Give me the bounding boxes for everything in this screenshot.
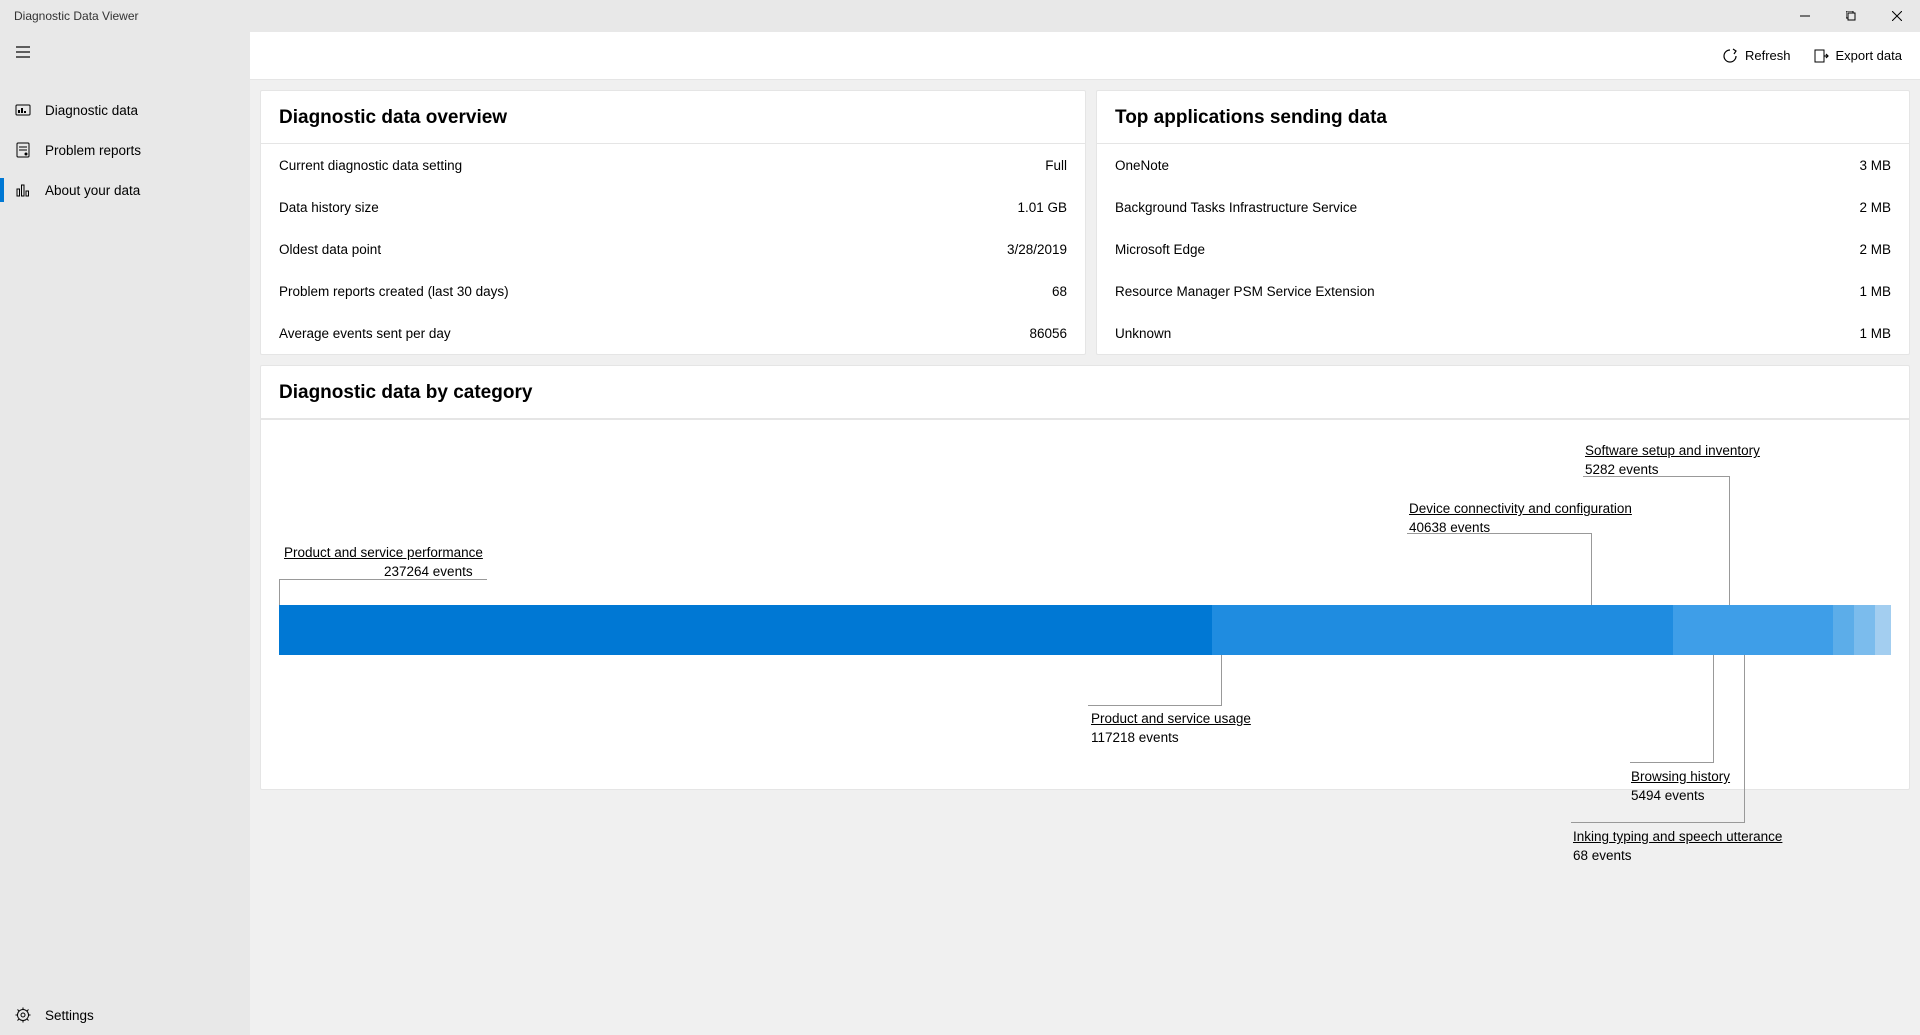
callout-events: 117218 events: [1091, 730, 1179, 745]
row-label: Data history size: [279, 200, 379, 215]
row-label: Average events sent per day: [279, 326, 451, 341]
callout-bh: Browsing history 5494 events: [1631, 768, 1730, 805]
overview-row: Problem reports created (last 30 days) 6…: [261, 270, 1085, 312]
callout-events: 68 events: [1573, 848, 1632, 863]
refresh-icon: [1722, 48, 1738, 64]
row-value: 68: [1052, 284, 1067, 299]
leader-line: [279, 579, 280, 605]
sidebar-item-about-your-data[interactable]: About your data: [0, 170, 250, 210]
export-label: Export data: [1836, 48, 1903, 63]
overview-row: Data history size 1.01 GB: [261, 186, 1085, 228]
gear-icon: [15, 1007, 31, 1023]
callout-dcc: Device connectivity and configuration 40…: [1409, 500, 1632, 537]
sidebar-item-label: Diagnostic data: [45, 103, 138, 118]
leader-line: [1713, 655, 1714, 762]
window-controls: [1782, 0, 1920, 32]
app-row: Microsoft Edge 2 MB: [1097, 228, 1909, 270]
callout-ssi: Software setup and inventory 5282 events: [1585, 442, 1760, 479]
app-row: Unknown 1 MB: [1097, 312, 1909, 354]
leader-line: [1571, 822, 1745, 823]
bar-segment-bh[interactable]: [1854, 605, 1876, 655]
callout-name[interactable]: Product and service performance: [284, 544, 483, 562]
row-label: OneNote: [1115, 158, 1169, 173]
callout-psp: Product and service performance 237264 e…: [284, 544, 483, 581]
maximize-button[interactable]: [1828, 0, 1874, 32]
row-value: 3/28/2019: [1007, 242, 1067, 257]
row-label: Unknown: [1115, 326, 1171, 341]
toolbar: Refresh Export data: [250, 32, 1920, 80]
overview-row: Current diagnostic data setting Full: [261, 144, 1085, 186]
row-value: 1 MB: [1859, 284, 1891, 299]
callout-events: 40638 events: [1409, 520, 1490, 535]
refresh-button[interactable]: Refresh: [1722, 48, 1791, 64]
app-row: OneNote 3 MB: [1097, 144, 1909, 186]
export-icon: [1813, 48, 1829, 64]
close-button[interactable]: [1874, 0, 1920, 32]
content-area: Refresh Export data Diagnostic data over…: [250, 32, 1920, 1035]
bar-segment-ssi[interactable]: [1833, 605, 1854, 655]
row-value: 1.01 GB: [1017, 200, 1067, 215]
bar-segment-psp[interactable]: [279, 605, 1212, 655]
callout-its: Inking typing and speech utterance 68 ev…: [1573, 828, 1782, 865]
row-label: Current diagnostic data setting: [279, 158, 462, 173]
problem-reports-icon: [15, 142, 31, 158]
card-title: Diagnostic data by category: [261, 366, 1909, 419]
app-title: Diagnostic Data Viewer: [14, 9, 139, 23]
callout-name[interactable]: Software setup and inventory: [1585, 442, 1760, 460]
bar-segment-dcc[interactable]: [1673, 605, 1833, 655]
callout-name[interactable]: Device connectivity and configuration: [1409, 500, 1632, 518]
row-value: 3 MB: [1859, 158, 1891, 173]
bar-segment-psu[interactable]: [1212, 605, 1673, 655]
category-chart: Product and service performance 237264 e…: [261, 419, 1909, 789]
row-label: Oldest data point: [279, 242, 381, 257]
overview-row: Oldest data point 3/28/2019: [261, 228, 1085, 270]
stacked-bar: [279, 605, 1891, 655]
sidebar-item-problem-reports[interactable]: Problem reports: [0, 130, 250, 170]
export-data-button[interactable]: Export data: [1813, 48, 1903, 64]
callout-psu: Product and service usage 117218 events: [1091, 710, 1251, 747]
app-row: Resource Manager PSM Service Extension 1…: [1097, 270, 1909, 312]
bar-segment-its[interactable]: [1875, 605, 1891, 655]
sidebar-item-label: Settings: [45, 1008, 94, 1023]
diagnostic-data-icon: [15, 102, 31, 118]
leader-line: [1744, 655, 1745, 822]
hamburger-button[interactable]: [0, 32, 250, 72]
sidebar-item-diagnostic-data[interactable]: Diagnostic data: [0, 90, 250, 130]
app-row: Background Tasks Infrastructure Service …: [1097, 186, 1909, 228]
row-label: Resource Manager PSM Service Extension: [1115, 284, 1375, 299]
card-title: Top applications sending data: [1097, 91, 1909, 144]
row-value: 2 MB: [1859, 242, 1891, 257]
callout-name[interactable]: Inking typing and speech utterance: [1573, 828, 1782, 846]
diagnostic-category-card: Diagnostic data by category: [260, 365, 1910, 790]
sidebar-item-settings[interactable]: Settings: [0, 995, 250, 1035]
sidebar: Diagnostic data Problem reports About yo…: [0, 32, 250, 1035]
row-value: 1 MB: [1859, 326, 1891, 341]
callout-events: 5282 events: [1585, 462, 1659, 477]
sidebar-item-label: About your data: [45, 183, 140, 198]
callout-name[interactable]: Browsing history: [1631, 768, 1730, 786]
top-apps-card: Top applications sending data OneNote 3 …: [1096, 90, 1910, 355]
row-value: Full: [1045, 158, 1067, 173]
overview-row: Average events sent per day 86056: [261, 312, 1085, 354]
callout-events: 5494 events: [1631, 788, 1705, 803]
titlebar: Diagnostic Data Viewer: [0, 0, 1920, 32]
callout-name[interactable]: Product and service usage: [1091, 710, 1251, 728]
leader-line: [1729, 476, 1730, 605]
diagnostic-overview-card: Diagnostic data overview Current diagnos…: [260, 90, 1086, 355]
row-label: Background Tasks Infrastructure Service: [1115, 200, 1357, 215]
leader-line: [1088, 705, 1222, 706]
row-value: 86056: [1029, 326, 1067, 341]
leader-line: [1591, 533, 1592, 605]
card-title: Diagnostic data overview: [261, 91, 1085, 144]
minimize-button[interactable]: [1782, 0, 1828, 32]
row-label: Microsoft Edge: [1115, 242, 1205, 257]
leader-line: [1630, 762, 1714, 763]
about-your-data-icon: [15, 182, 31, 198]
callout-events: 237264 events: [284, 564, 473, 579]
sidebar-item-label: Problem reports: [45, 143, 141, 158]
row-label: Problem reports created (last 30 days): [279, 284, 509, 299]
leader-line: [1221, 655, 1222, 705]
refresh-label: Refresh: [1745, 48, 1791, 63]
row-value: 2 MB: [1859, 200, 1891, 215]
